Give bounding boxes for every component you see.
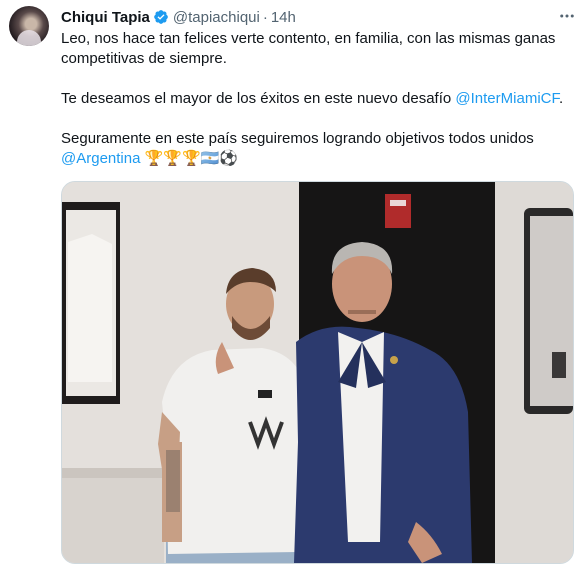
- tweet-paragraph-1: Leo, nos hace tan felices verte contento…: [61, 30, 556, 67]
- tweet-paragraph-3-text: Seguramente en este país seguiremos logr…: [61, 130, 534, 147]
- trophy-flag-ball-emojis: 🏆🏆🏆🇦🇷⚽: [144, 150, 239, 167]
- author-name[interactable]: Chiqui Tapia: [61, 9, 150, 26]
- more-options-icon[interactable]: [555, 6, 579, 26]
- tweet-text: Leo, nos hace tan felices verte contento…: [61, 29, 576, 169]
- author-handle[interactable]: @tapiachiqui: [173, 9, 260, 26]
- tweet-paragraph-2: Te deseamos el mayor de los éxitos en es…: [61, 89, 576, 109]
- tweet-timestamp[interactable]: 14h: [271, 9, 296, 26]
- tweet-paragraph-2-text: Te deseamos el mayor de los éxitos en es…: [61, 90, 456, 107]
- author-avatar[interactable]: [9, 6, 49, 46]
- mention-link-intermiamicf[interactable]: @InterMiamiCF: [455, 90, 559, 107]
- tweet-header: Chiqui Tapia @tapiachiqui · 14h: [61, 7, 296, 27]
- separator-dot: ·: [262, 8, 268, 26]
- tweet-paragraph-2-end: .: [558, 90, 564, 107]
- verified-badge-icon: [154, 10, 168, 24]
- mention-link-argentina[interactable]: @Argentina: [61, 150, 140, 167]
- tweet-paragraph-3: Seguramente en este país seguiremos logr…: [61, 129, 576, 169]
- tweet-photo[interactable]: [61, 181, 574, 564]
- photo-two-men-posing: [62, 182, 573, 563]
